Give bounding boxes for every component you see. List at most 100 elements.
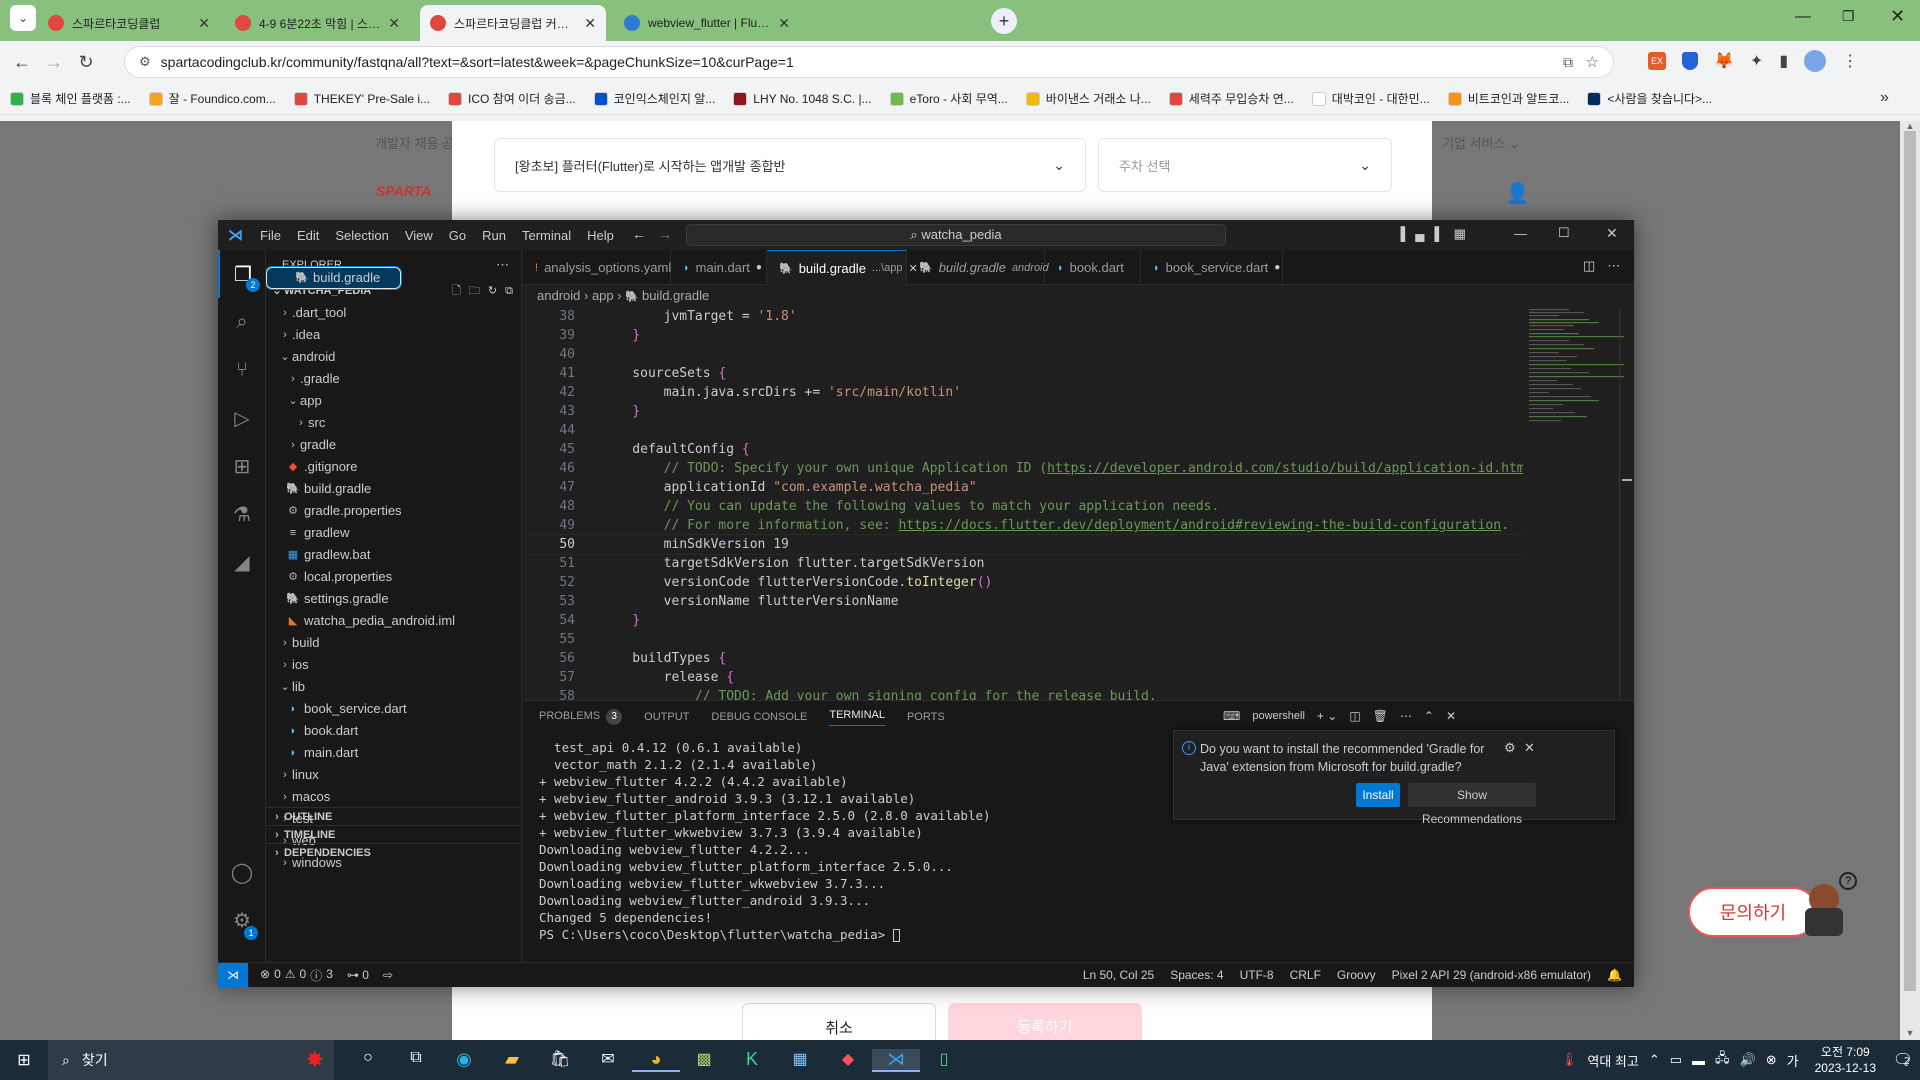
file-item[interactable]: 🐘 build.gradle: [266, 478, 521, 500]
code-line[interactable]: 38 jvmTarget = '1.8': [523, 307, 1523, 326]
code-line[interactable]: 55: [523, 630, 1523, 649]
toggle-sidebar-icon[interactable]: ▐: [1396, 226, 1405, 242]
folder-item[interactable]: › .gradle: [266, 368, 521, 390]
new-folder-icon[interactable]: 🗀: [469, 280, 480, 302]
menu-edit[interactable]: Edit: [297, 228, 319, 243]
folder-item[interactable]: › ios: [266, 654, 521, 676]
menu-help[interactable]: Help: [587, 228, 614, 243]
folder-item[interactable]: › .idea: [266, 324, 521, 346]
task-view-icon[interactable]: ⧉: [392, 1049, 440, 1072]
line-ending[interactable]: CRLF: [1290, 968, 1321, 982]
refresh-icon[interactable]: ↻: [488, 280, 497, 302]
code-line[interactable]: 56 buildTypes {: [523, 649, 1523, 668]
breadcrumb-item[interactable]: android: [537, 288, 580, 303]
close-panel-icon[interactable]: ✕: [1446, 709, 1456, 723]
bookmark-item[interactable]: 바이낸스 거래소 나...: [1025, 90, 1151, 107]
tab-search-button[interactable]: ⌄: [10, 5, 36, 31]
code-line[interactable]: 40: [523, 345, 1523, 364]
tray-close-icon[interactable]: ⊗: [1766, 1052, 1777, 1068]
indentation[interactable]: Spaces: 4: [1170, 968, 1223, 982]
bookmark-star-icon[interactable]: ☆: [1586, 53, 1599, 71]
chrome-menu-icon[interactable]: ⋮: [1842, 51, 1858, 71]
menu-selection[interactable]: Selection: [335, 228, 388, 243]
folder-item[interactable]: ⌄ lib: [266, 676, 521, 698]
bookmark-item[interactable]: 대박코인 - 대한민...: [1311, 90, 1430, 107]
bookmark-item[interactable]: THEKEY' Pre-Sale i...: [293, 91, 430, 106]
back-button[interactable]: ←: [6, 46, 38, 78]
scroll-thumb[interactable]: [1904, 131, 1916, 991]
bookmark-item[interactable]: eToro - 사회 무역...: [889, 90, 1008, 107]
unsaved-dot-icon[interactable]: ●: [1274, 262, 1280, 273]
command-center[interactable]: ⌕ watcha_pedia: [686, 224, 1226, 246]
file-item[interactable]: 🐘 build.gradle: [266, 266, 403, 290]
editor-scrollbar[interactable]: [1619, 307, 1633, 700]
browser-tab[interactable]: 4-9 6분22초 막힘 | 스파르타 코딩클럽 ✕: [225, 5, 410, 41]
code-line[interactable]: 54 }: [523, 611, 1523, 630]
code-line[interactable]: 43 }: [523, 402, 1523, 421]
vscode-taskbar-icon[interactable]: ⋊: [872, 1048, 920, 1072]
bookmark-item[interactable]: 잘 - Foundico.com...: [148, 90, 276, 107]
panel-more-icon[interactable]: ⋯: [1400, 709, 1412, 723]
file-item[interactable]: ◆ .gitignore: [266, 456, 521, 478]
bookmark-item[interactable]: <사람을 찾습니다>...: [1587, 90, 1712, 107]
window-minimize-button[interactable]: —: [1795, 8, 1811, 26]
toggle-secondary-sidebar-icon[interactable]: ▌: [1434, 226, 1443, 242]
tab-close-icon[interactable]: ✕: [584, 15, 596, 32]
store-icon[interactable]: 🛍: [536, 1049, 584, 1072]
new-file-icon[interactable]: 🗋: [452, 280, 461, 302]
code-line[interactable]: 47 applicationId "com.example.watcha_ped…: [523, 478, 1523, 497]
code-line[interactable]: 53 versionName flutterVersionName: [523, 592, 1523, 611]
vscode-minimize-button[interactable]: —: [1514, 226, 1527, 241]
source-control-icon[interactable]: ⑂: [218, 346, 266, 394]
panel-tab-problems[interactable]: PROBLEMS 3: [539, 709, 623, 725]
code-line[interactable]: 46 // TODO: Specify your own unique Appl…: [523, 459, 1523, 478]
tab-close-icon[interactable]: ✕: [778, 15, 790, 32]
kill-terminal-icon[interactable]: 🗑: [1373, 709, 1388, 723]
folder-item[interactable]: ⌄ android: [266, 346, 521, 368]
code-line[interactable]: 39 }: [523, 326, 1523, 345]
breadcrumb-item[interactable]: build.gradle: [642, 288, 709, 303]
vscode-maximize-button[interactable]: ☐: [1558, 225, 1570, 241]
notifications-bell-icon[interactable]: 🔔: [1607, 968, 1622, 982]
editor-tab[interactable]: 🐘 build.gradle ...\app ✕: [767, 250, 918, 285]
extension-icon-ex[interactable]: EX: [1648, 52, 1666, 70]
browser-tab[interactable]: webview_flutter | Flutter Package ✕: [614, 5, 800, 41]
ime-icon[interactable]: 가: [1787, 1051, 1799, 1070]
split-editor-icon[interactable]: ◫: [1583, 258, 1595, 274]
encoding[interactable]: UTF-8: [1240, 968, 1274, 982]
network-icon[interactable]: 🖧: [1715, 1049, 1730, 1071]
split-terminal-icon[interactable]: ◫: [1349, 709, 1360, 723]
cortana-icon[interactable]: ○: [344, 1049, 392, 1072]
code-line[interactable]: 44: [523, 421, 1523, 440]
menu-run[interactable]: Run: [482, 228, 506, 243]
course-select[interactable]: [왕초보] 플러터(Flutter)로 시작하는 앱개발 종합반 ⌄: [494, 138, 1086, 192]
file-explorer-icon[interactable]: ▰: [488, 1049, 536, 1072]
window-restore-button[interactable]: ❐: [1842, 8, 1855, 25]
weather-text[interactable]: 역대 최고: [1587, 1051, 1638, 1070]
nav-back-icon[interactable]: ←: [632, 226, 646, 242]
run-debug-icon[interactable]: ▷: [218, 394, 266, 442]
code-line[interactable]: 51 targetSdkVersion flutter.targetSdkVer…: [523, 554, 1523, 573]
breadcrumb-item[interactable]: app: [592, 288, 614, 303]
menu-view[interactable]: View: [405, 228, 433, 243]
browser-tab[interactable]: 스파르타코딩클럽 커뮤니티 | 스파르타 ✕: [420, 5, 606, 41]
code-line[interactable]: 50 minSdkVersion 19: [523, 534, 1523, 555]
menu-file[interactable]: File: [260, 228, 281, 243]
editor-tab[interactable]: ◗ book.dart: [1045, 250, 1141, 285]
toggle-panel-icon[interactable]: ▄: [1415, 226, 1424, 242]
folder-item[interactable]: › macos: [266, 786, 521, 808]
reload-button[interactable]: ↻: [70, 46, 102, 78]
site-info-icon[interactable]: ⚙: [139, 54, 151, 70]
folder-item[interactable]: › src: [266, 412, 521, 434]
explorer-icon[interactable]: ❐ 2: [218, 250, 266, 298]
editor-tab[interactable]: ◗ main.dart ●: [671, 250, 767, 285]
tab-close-icon[interactable]: ✕: [198, 15, 210, 32]
panel-tab-ports[interactable]: PORTS: [907, 711, 945, 723]
language-mode[interactable]: Groovy: [1337, 968, 1376, 982]
user-icon[interactable]: 👤: [1505, 181, 1530, 206]
cursor-position[interactable]: Ln 50, Col 25: [1083, 968, 1154, 982]
new-terminal-icon[interactable]: + ⌄: [1317, 709, 1337, 723]
site-nav-right[interactable]: 기업 서비스 ⌄: [1442, 133, 1520, 152]
collapse-all-icon[interactable]: ⧉: [505, 280, 513, 302]
file-item[interactable]: ≡ gradlew: [266, 522, 521, 544]
